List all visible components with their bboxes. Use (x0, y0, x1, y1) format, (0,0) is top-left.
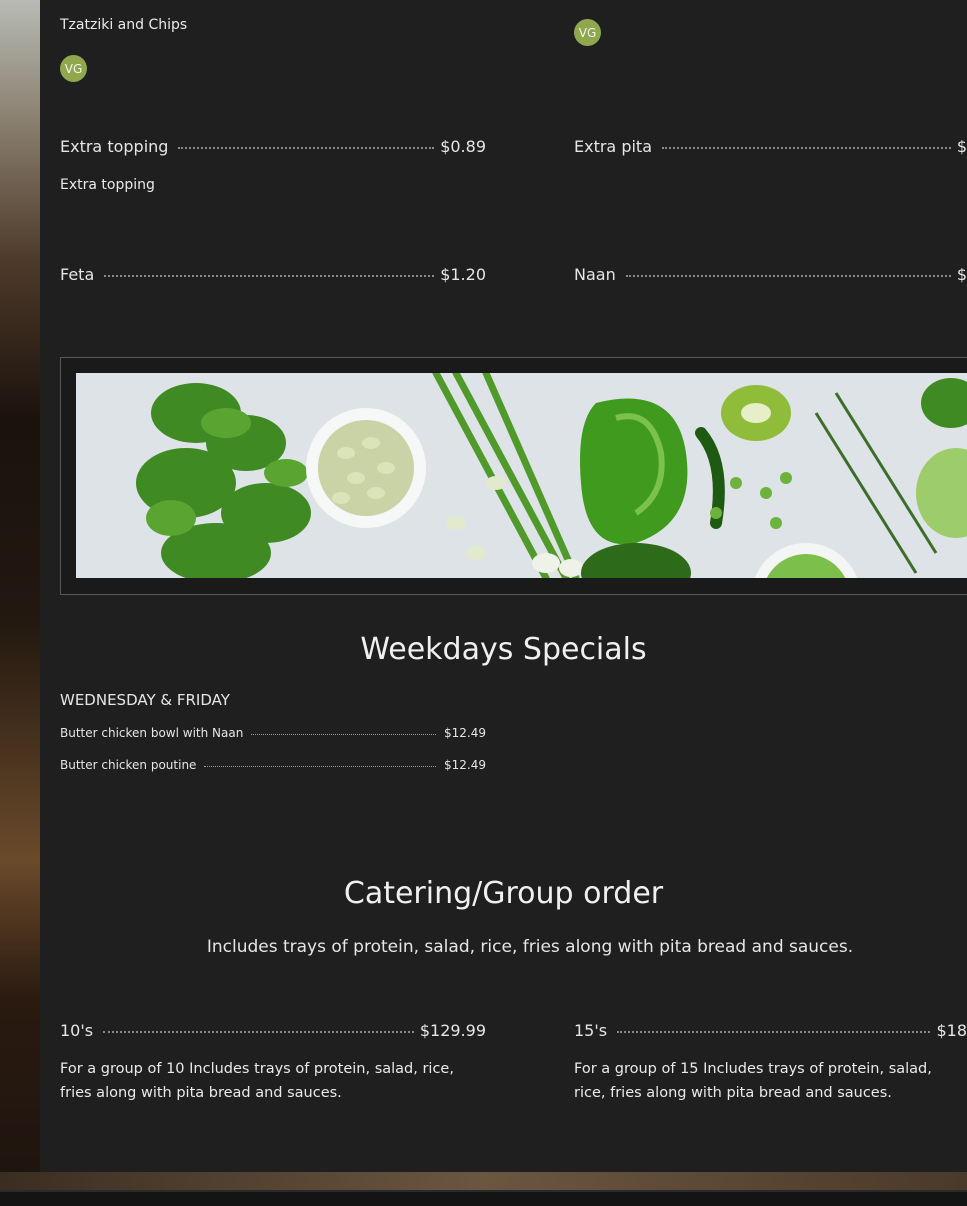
menu-item-extra-topping: Extra topping $0.89 (60, 137, 486, 161)
dot-leader (662, 146, 951, 149)
item-price: $1.20 (440, 265, 486, 284)
item-name: Extra topping (60, 137, 169, 156)
item-description: For a group of 15 Includes trays of prot… (574, 1061, 932, 1101)
dot-leader (178, 146, 435, 149)
section-title-catering: Catering/Group order (343, 876, 664, 911)
item-name: Butter chicken bowl with Naan (60, 726, 244, 740)
catering-option-10: 10's $129.99 (60, 1021, 486, 1045)
footer-background-strip (0, 1172, 967, 1190)
item-price: $ (956, 137, 967, 156)
dot-leader (204, 765, 436, 767)
item-price: $12.49 (444, 726, 486, 740)
special-item: Butter chicken bowl with Naan $12.49 (60, 726, 486, 744)
item-name: Extra pita (574, 137, 652, 156)
vegan-badge: VG (60, 55, 87, 82)
vegan-badge: VG (574, 19, 601, 46)
section-subtitle: WEDNESDAY & FRIDAY (60, 691, 230, 709)
special-item: Butter chicken poutine $12.49 (60, 758, 486, 776)
menu-item-naan: Naan $ (574, 265, 967, 289)
item-name: 15's (574, 1021, 608, 1040)
item-name: Butter chicken poutine (60, 758, 197, 772)
item-description: Extra topping (60, 177, 155, 193)
item-price: $0.89 (440, 137, 486, 156)
item-description: For a group of 10 Includes trays of prot… (60, 1061, 454, 1101)
background-photo (0, 0, 40, 1204)
catering-option-15: 15's $18 (574, 1021, 967, 1045)
menu-item-extra-pita: Extra pita $ (574, 137, 967, 161)
item-price: $ (956, 265, 967, 284)
item-price: $12.49 (444, 758, 486, 772)
section-title-weekdays: Weekdays Specials (360, 632, 647, 667)
item-name: 10's (60, 1021, 94, 1040)
menu-item-feta: Feta $1.20 (60, 265, 486, 289)
item-price: $129.99 (419, 1021, 486, 1040)
dot-leader (617, 1030, 931, 1033)
vegetables-banner-image (76, 373, 967, 578)
item-price: $18 (936, 1021, 967, 1040)
item-name: Feta (60, 265, 95, 284)
item-name: Naan (574, 265, 616, 284)
dot-leader (103, 1030, 414, 1033)
catering-intro: Includes trays of protein, salad, rice, … (206, 937, 854, 957)
item-description: Tzatziki and Chips (60, 17, 188, 33)
dot-leader (625, 274, 951, 277)
dot-leader (251, 733, 436, 735)
dot-leader (104, 274, 435, 277)
